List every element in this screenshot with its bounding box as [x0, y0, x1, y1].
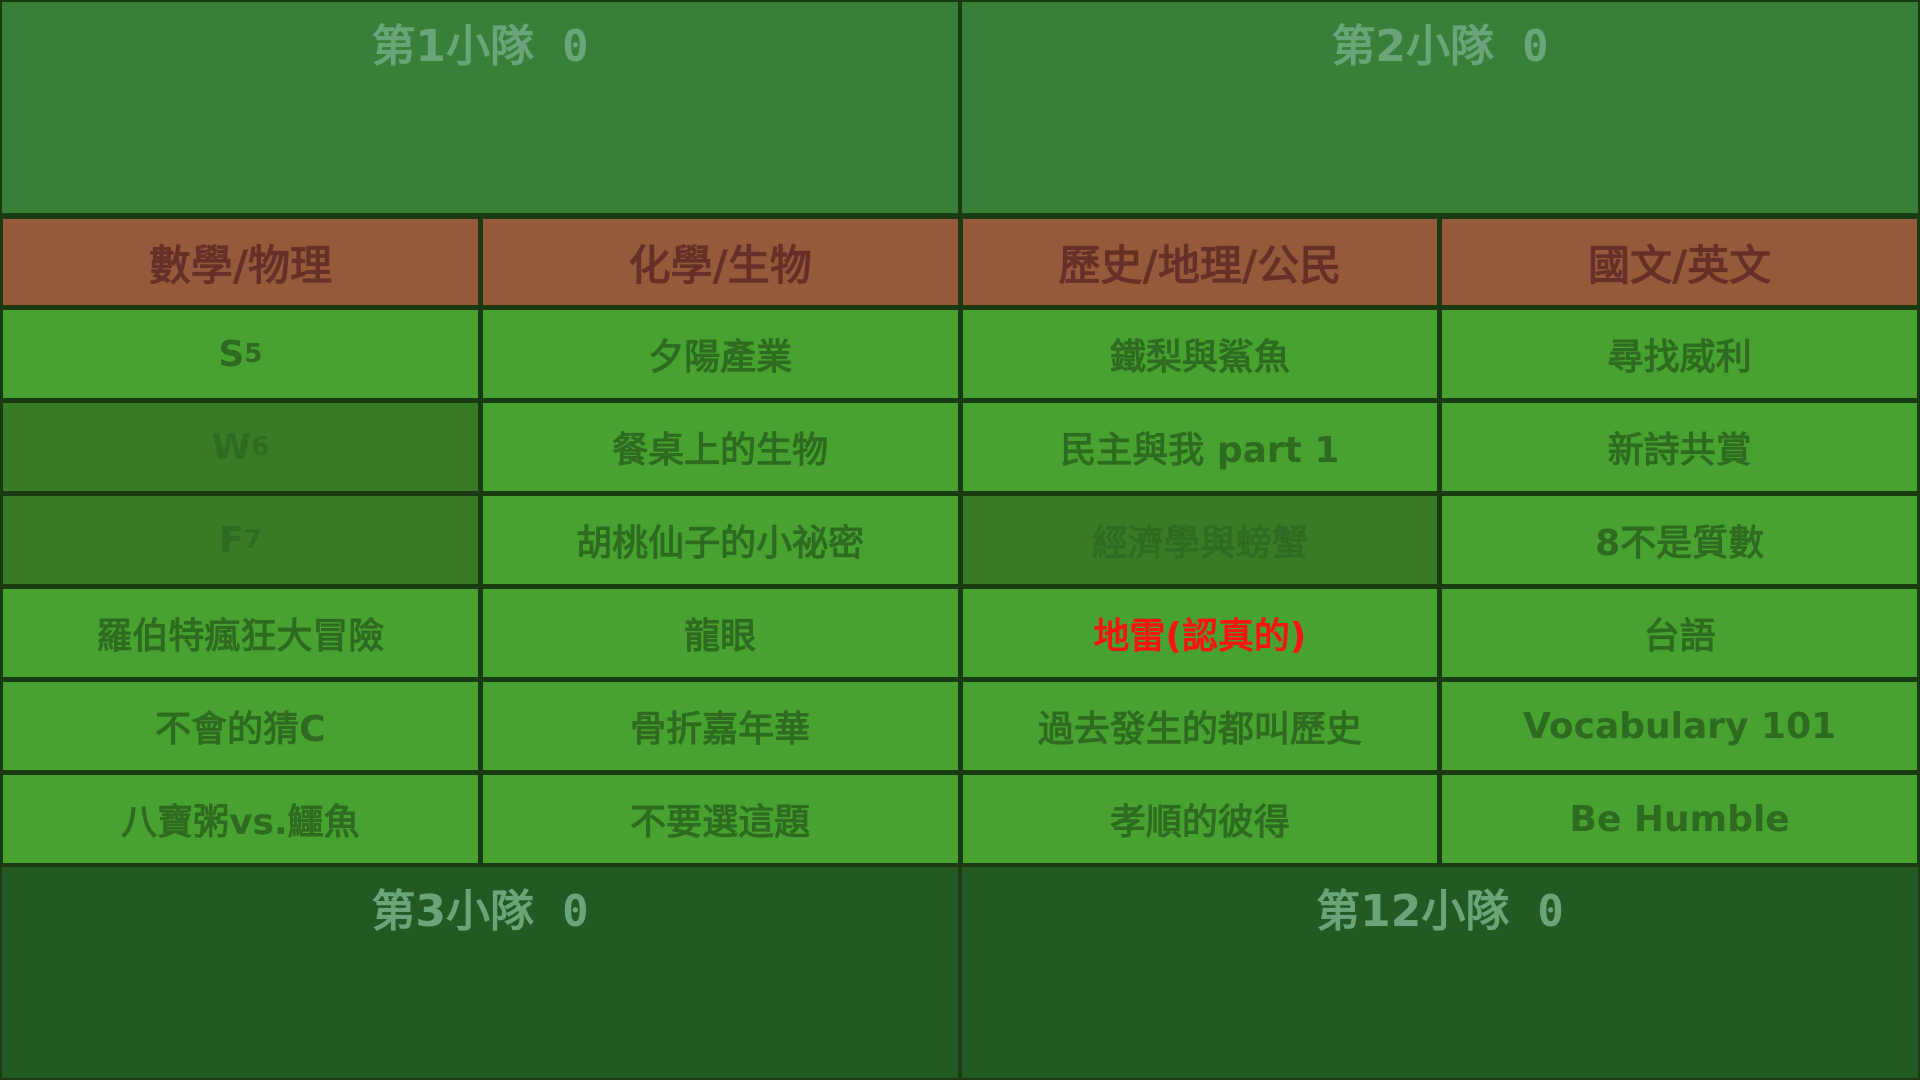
tile-label: 鐵梨與鯊魚: [1109, 337, 1290, 378]
question-tile[interactable]: 8不是質數: [1442, 496, 1917, 584]
question-tile[interactable]: 八寶粥vs.鱷魚: [3, 775, 478, 863]
category-header: 國文/英文: [1442, 219, 1917, 305]
tile-label: 台語: [1643, 616, 1716, 657]
question-tile[interactable]: 新詩共賞: [1442, 403, 1917, 491]
tile-label: 骨折嘉年華: [630, 709, 811, 750]
tile-label: 龍眼: [684, 616, 757, 657]
tile-label: 孝順的彼得: [1109, 802, 1290, 843]
tile-label: S: [218, 333, 245, 375]
question-tile[interactable]: 經濟學與螃蟹: [962, 496, 1438, 584]
tile-label: 新詩共賞: [1607, 430, 1752, 471]
question-tile[interactable]: 不要選這題: [482, 775, 958, 863]
team-score: 0: [1537, 886, 1564, 937]
tile-label: F: [219, 519, 244, 561]
team-3-panel: 第3小隊 0: [2, 867, 958, 1078]
tile-label: 不要選這題: [630, 802, 811, 843]
tile-superscript: 7: [243, 525, 262, 555]
question-tile[interactable]: 龍眼: [482, 589, 958, 677]
category-header: 數學/物理: [3, 219, 478, 305]
question-tile[interactable]: 過去發生的都叫歷史: [962, 682, 1438, 770]
question-tile[interactable]: S5: [3, 310, 478, 398]
question-tile[interactable]: 羅伯特瘋狂大冒險: [3, 589, 478, 677]
team-1-panel: 第1小隊 0: [2, 2, 958, 213]
team-name: 第2小隊: [1331, 21, 1495, 72]
tile-label: 地雷(認真的): [1093, 616, 1307, 657]
team-score: 0: [1522, 21, 1549, 72]
team-2-panel: 第2小隊 0: [962, 2, 1918, 213]
tile-label: Vocabulary 101: [1523, 705, 1837, 747]
tile-label: W: [211, 426, 252, 468]
question-tile[interactable]: 不會的猜C: [3, 682, 478, 770]
question-tile[interactable]: 台語: [1442, 589, 1917, 677]
team-name: 第1小隊: [371, 21, 535, 72]
tile-label: Be Humble: [1569, 798, 1790, 840]
category-header: 化學/生物: [482, 219, 958, 305]
tile-label: 胡桃仙子的小祕密: [576, 523, 865, 564]
tile-label: 羅伯特瘋狂大冒險: [96, 616, 385, 657]
team-name: 第3小隊: [371, 886, 535, 937]
tile-label: 尋找威利: [1607, 337, 1752, 378]
team-name: 第12小隊: [1316, 886, 1510, 937]
tile-superscript: 5: [244, 339, 263, 369]
tile-label: 夕陽產業: [648, 337, 793, 378]
question-tile[interactable]: F7: [3, 496, 478, 584]
question-tile[interactable]: 尋找威利: [1442, 310, 1917, 398]
tile-label: 民主與我 part 1: [1060, 430, 1340, 471]
tile-superscript: 6: [251, 432, 270, 462]
question-tile[interactable]: 餐桌上的生物: [482, 403, 958, 491]
tile-label: 不會的猜C: [155, 709, 326, 750]
tile-label: 八寶粥vs.鱷魚: [121, 802, 360, 843]
tile-label: 8不是質數: [1595, 523, 1765, 564]
tile-label: 經濟學與螃蟹: [1091, 523, 1308, 564]
question-tile[interactable]: 鐵梨與鯊魚: [962, 310, 1438, 398]
question-tile[interactable]: 孝順的彼得: [962, 775, 1438, 863]
question-tile[interactable]: Vocabulary 101: [1442, 682, 1917, 770]
team-score: 0: [562, 21, 589, 72]
question-board: 數學/物理 化學/生物 歷史/地理/公民 國文/英文 S 5 夕陽產業 鐵梨與鯊魚 尋找…: [0, 216, 1920, 866]
question-tile[interactable]: 胡桃仙子的小祕密: [482, 496, 958, 584]
team-score: 0: [562, 886, 589, 937]
question-tile[interactable]: Be Humble: [1442, 775, 1917, 863]
question-tile[interactable]: 骨折嘉年華: [482, 682, 958, 770]
tile-label: 過去發生的都叫歷史: [1037, 709, 1362, 750]
question-tile[interactable]: 民主與我 part 1: [962, 403, 1438, 491]
tile-label: 餐桌上的生物: [612, 430, 829, 471]
question-tile[interactable]: W6: [3, 403, 478, 491]
category-header: 歷史/地理/公民: [962, 219, 1438, 305]
question-tile[interactable]: 夕陽產業: [482, 310, 958, 398]
question-tile[interactable]: 地雷(認真的): [962, 589, 1438, 677]
team-12-panel: 第12小隊 0: [962, 867, 1918, 1078]
